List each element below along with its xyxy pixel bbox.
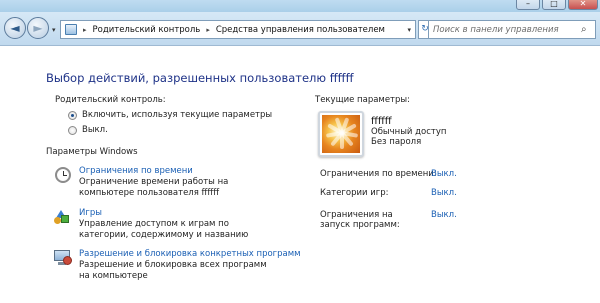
password-status: Без пароля [371, 137, 422, 147]
breadcrumb-user-controls[interactable]: Средства управления пользователем [216, 25, 385, 35]
page-title: Выбор действий, разрешенных пользователю… [46, 71, 354, 85]
games-link[interactable]: Игры [79, 208, 279, 219]
window-titlebar: – □ ✕ [0, 0, 600, 12]
radio-enable-button[interactable] [68, 110, 77, 120]
clock-icon [54, 166, 72, 184]
windows-settings-label: Параметры Windows [46, 147, 138, 157]
forward-button[interactable]: ► [27, 17, 49, 39]
stat-program-limits-value: Выкл. [431, 210, 457, 220]
radio-off-label[interactable]: Выкл. [82, 125, 108, 135]
user-info: ffffff Обычный доступ Без пароля [371, 116, 447, 148]
navigation-bar: ◄ ► ▾ ▸ Родительский контроль ▸ Средства… [0, 12, 600, 46]
breadcrumb-separator-icon[interactable]: ▸ [83, 26, 87, 34]
search-box[interactable]: ⌕ [428, 20, 596, 39]
games-icon [54, 208, 72, 226]
back-button[interactable]: ◄ [4, 17, 26, 39]
user-name: ffffff [371, 116, 392, 127]
address-dropdown-icon[interactable]: ▾ [407, 26, 415, 34]
radio-enable[interactable]: Включить, используя текущие параметры [68, 110, 272, 120]
account-type: Обычный доступ [371, 127, 447, 137]
time-limits-item: Ограничения по времени Ограничение време… [54, 166, 279, 199]
stat-game-categories-value: Выкл. [431, 188, 457, 198]
time-limits-link[interactable]: Ограничения по времени [79, 166, 279, 177]
recent-pages-dropdown[interactable]: ▾ [52, 26, 56, 34]
games-item: Игры Управление доступом к играм по кате… [54, 208, 279, 241]
radio-off[interactable]: Выкл. [68, 125, 108, 135]
window-controls: – □ ✕ [516, 0, 598, 10]
stat-time-limits-value: Выкл. [431, 169, 457, 179]
games-description: Управление доступом к играм по категории… [79, 219, 249, 240]
close-button[interactable]: ✕ [568, 0, 598, 10]
stat-program-limits-label: Ограничения на запуск программ: [320, 210, 400, 230]
programs-block-icon [54, 249, 72, 267]
radio-enable-label[interactable]: Включить, используя текущие параметры [82, 110, 272, 120]
current-settings-label: Текущие параметры: [315, 95, 410, 105]
parental-control-label: Родительский контроль: [55, 95, 166, 105]
programs-description: Разрешение и блокировка всех программ на… [79, 260, 267, 281]
breadcrumb-parental-controls[interactable]: Родительский контроль [93, 25, 201, 35]
programs-link[interactable]: Разрешение и блокировка конкретных прогр… [79, 249, 301, 260]
avatar [318, 111, 364, 157]
control-panel-icon [65, 24, 77, 35]
radio-off-button[interactable] [68, 125, 77, 135]
stat-game-categories-label: Категории игр: [320, 188, 389, 198]
stat-time-limits-label: Ограничения по времени: [320, 169, 437, 179]
maximize-button[interactable]: □ [542, 0, 566, 10]
address-bar[interactable]: ▸ Родительский контроль ▸ Средства управ… [60, 20, 416, 39]
search-input[interactable] [433, 24, 581, 35]
search-icon[interactable]: ⌕ [581, 24, 587, 35]
minimize-button[interactable]: – [516, 0, 540, 10]
breadcrumb-separator-icon[interactable]: ▸ [206, 26, 210, 34]
programs-item: Разрешение и блокировка конкретных прогр… [54, 249, 301, 282]
user-picture [322, 115, 360, 153]
time-limits-description: Ограничение времени работы на компьютере… [79, 177, 229, 198]
